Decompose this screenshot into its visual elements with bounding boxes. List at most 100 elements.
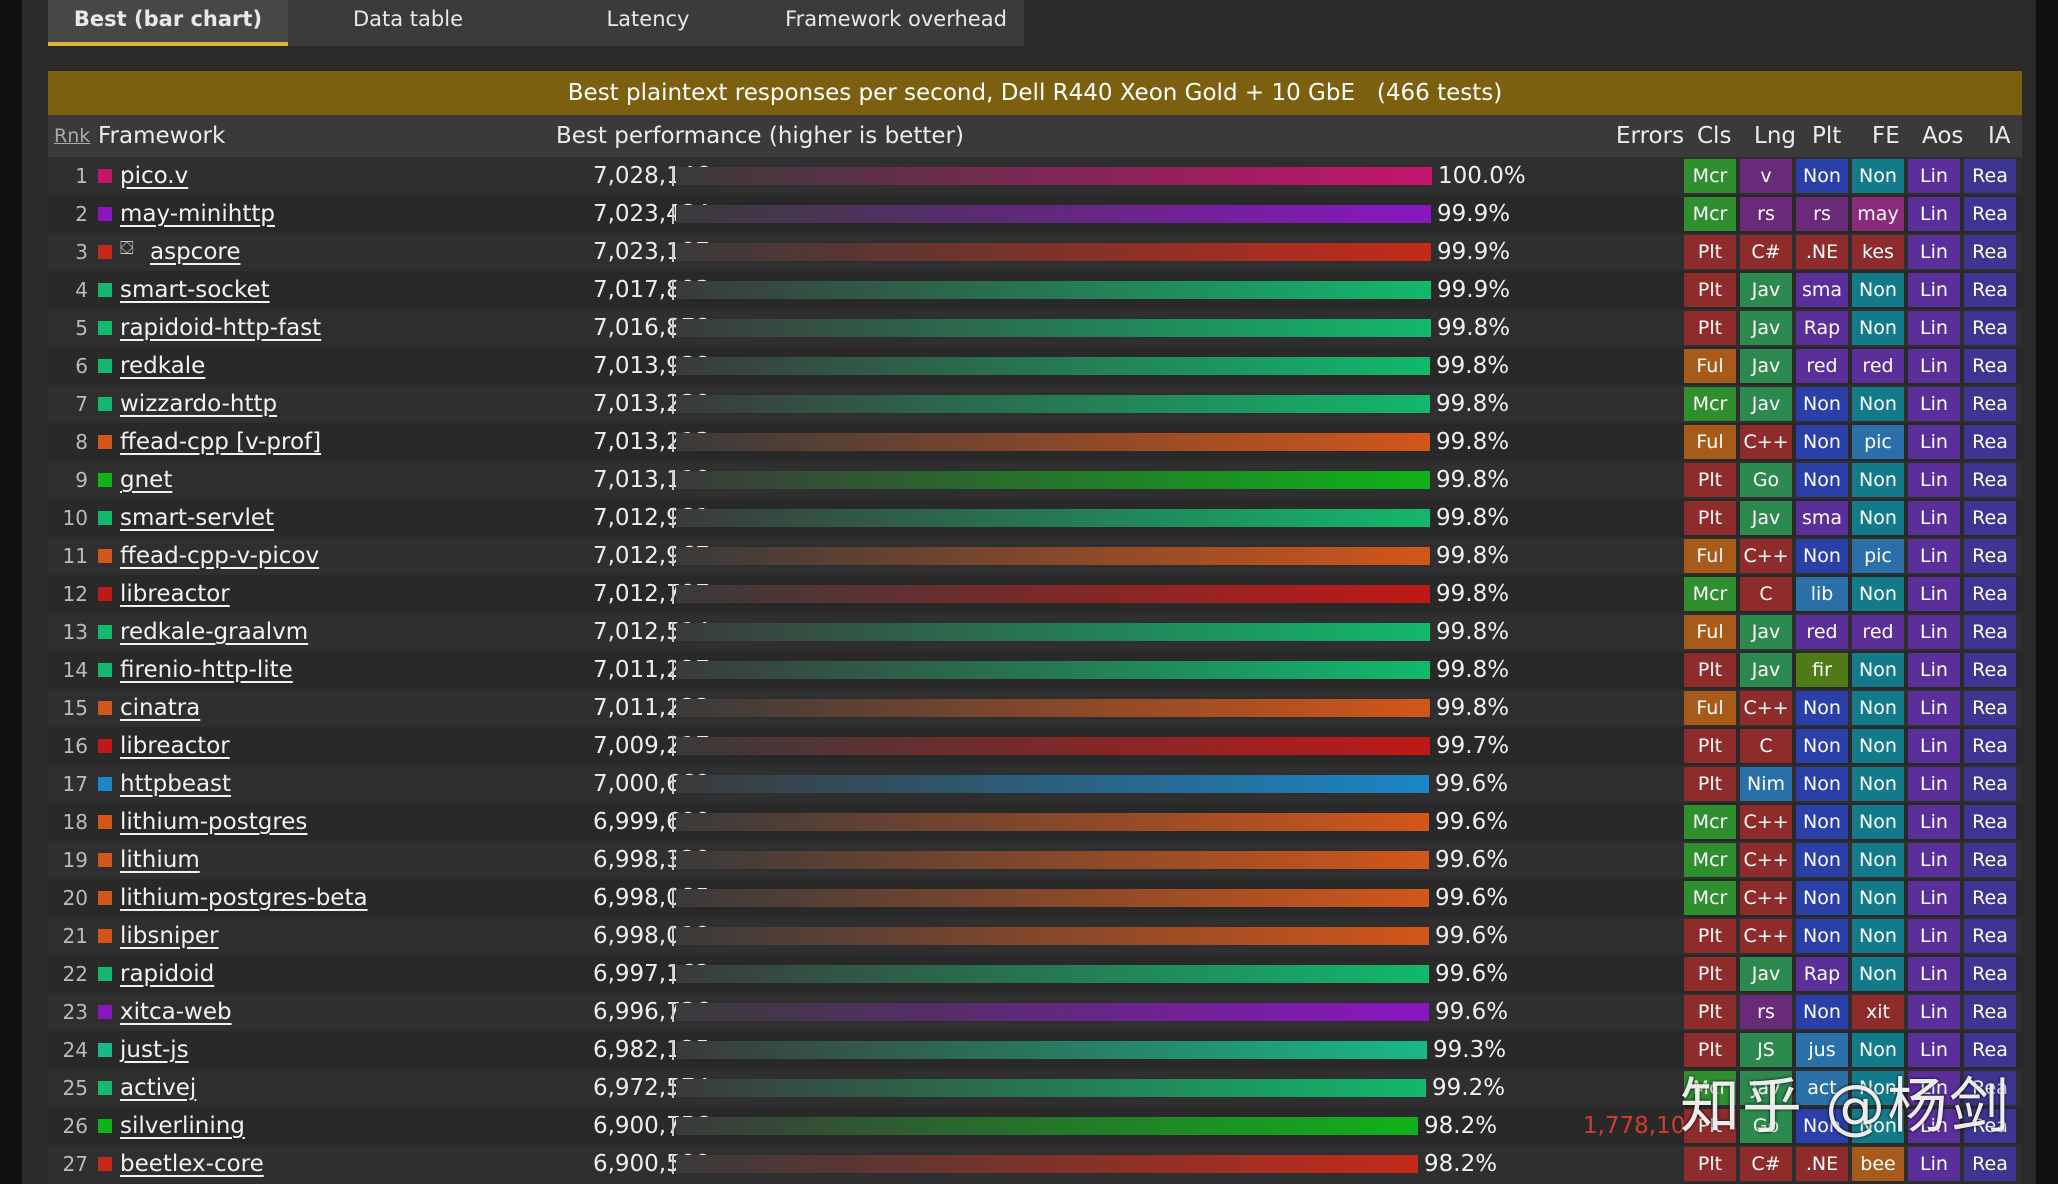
bar-start-tick	[672, 166, 674, 186]
framework-link[interactable]: libsniper	[120, 917, 219, 955]
percent-label: 99.8%	[1436, 467, 1510, 493]
framework-link[interactable]: ffead-cpp-v-picov	[120, 537, 319, 575]
lng-cell: C#	[1740, 1147, 1792, 1181]
framework-link[interactable]: lithium	[120, 841, 200, 879]
framework-link[interactable]: pico.v	[120, 157, 188, 195]
framework-link[interactable]: aspcore	[150, 233, 241, 271]
aos-column-header: Aos	[1922, 123, 1964, 149]
table-row: 23xitca-web6,996,73699.6%0PltrsNonxitLin…	[48, 993, 2022, 1031]
plt-cell: Rap	[1796, 957, 1848, 991]
percent-label: 99.6%	[1435, 809, 1509, 835]
framework-link[interactable]: wizzardo-http	[120, 385, 277, 423]
ia-cell: Rea	[1964, 957, 2016, 991]
rank-label: 7	[75, 392, 88, 416]
bar-start-tick	[672, 432, 674, 452]
lng-cell: Jav	[1740, 387, 1792, 421]
fe-cell: Non	[1852, 463, 1904, 497]
framework-link[interactable]: libreactor	[120, 575, 230, 613]
framework-link[interactable]: ffead-cpp [v-prof]	[120, 423, 321, 461]
framework-link[interactable]: just-js	[120, 1031, 189, 1069]
framework-link[interactable]: smart-socket	[120, 271, 270, 309]
framework-link[interactable]: httpbeast	[120, 765, 231, 803]
framework-link[interactable]: may-minihttp	[120, 195, 275, 233]
framework-link[interactable]: lithium-postgres-beta	[120, 879, 368, 917]
percent-label: 99.6%	[1435, 847, 1509, 873]
framework-link[interactable]: gnet	[120, 461, 172, 499]
bar-mark	[676, 927, 1429, 945]
aos-cell: Lin	[1908, 1147, 1960, 1181]
framework-link[interactable]: libreactor	[120, 727, 230, 765]
plt-cell: sma	[1796, 501, 1848, 535]
bar-start-tick	[672, 204, 674, 224]
framework-link[interactable]: redkale-graalvm	[120, 613, 308, 651]
fe-cell: red	[1852, 615, 1904, 649]
bar-mark	[676, 205, 1431, 223]
bar-start-tick	[672, 242, 674, 262]
cls-cell: Plt	[1684, 767, 1736, 801]
ia-column-header: IA	[1988, 123, 2011, 149]
plt-cell: Non	[1796, 881, 1848, 915]
percent-label: 99.6%	[1435, 923, 1509, 949]
table-row: 1pico.v7,028,146100.0%0McrvNonNonLinRea	[48, 157, 2022, 195]
percent-label: 99.3%	[1433, 1037, 1507, 1063]
table-row: 6redkale7,013,93899.8%0FulJavredredLinRe…	[48, 347, 2022, 385]
framework-link[interactable]: redkale	[120, 347, 205, 385]
bar-mark	[676, 851, 1429, 869]
framework-link[interactable]: cinatra	[120, 689, 200, 727]
language-color-swatch	[98, 359, 112, 373]
cls-cell: Plt	[1684, 653, 1736, 687]
framework-link[interactable]: xitca-web	[120, 993, 232, 1031]
fe-cell: Non	[1852, 311, 1904, 345]
fe-cell: kes	[1852, 235, 1904, 269]
language-color-swatch	[98, 435, 112, 449]
table-row: 12libreactor7,012,79799.8%0McrClibNonLin…	[48, 575, 2022, 613]
plt-cell: Non	[1796, 463, 1848, 497]
language-color-swatch	[98, 1157, 112, 1171]
cls-cell: Ful	[1684, 425, 1736, 459]
bar-start-tick	[672, 698, 674, 718]
fe-cell: Non	[1852, 767, 1904, 801]
table-row: 3⛋aspcore7,023,10799.9%0PltC#.NEkesLinRe…	[48, 233, 2022, 271]
framework-link[interactable]: beetlex-core	[120, 1145, 264, 1183]
tab-data-table[interactable]: Data table	[288, 0, 528, 46]
rank-label: 1	[75, 164, 88, 188]
plt-cell: .NE	[1796, 235, 1848, 269]
framework-link[interactable]: rapidoid	[120, 955, 214, 993]
rank-column-header[interactable]: Rnk	[54, 115, 90, 157]
language-color-swatch	[98, 891, 112, 905]
framework-column-header: Framework	[98, 123, 226, 149]
bar-mark	[676, 281, 1431, 299]
percent-label: 99.8%	[1436, 543, 1510, 569]
bar-start-tick	[672, 1002, 674, 1022]
percent-label: 99.6%	[1435, 961, 1509, 987]
cls-cell: Plt	[1684, 501, 1736, 535]
rank-label: 22	[62, 962, 88, 986]
cls-column-header: Cls	[1697, 123, 1732, 149]
plt-cell: Non	[1796, 767, 1848, 801]
tab-latency[interactable]: Latency	[528, 0, 768, 46]
rank-label: 19	[62, 848, 88, 872]
plt-cell: Non	[1796, 159, 1848, 193]
rank-label: 11	[62, 544, 88, 568]
cls-cell: Mcr	[1684, 159, 1736, 193]
tab-best-bar-chart[interactable]: Best (bar chart)	[48, 0, 288, 46]
framework-link[interactable]: smart-servlet	[120, 499, 274, 537]
lng-cell: Go	[1740, 463, 1792, 497]
framework-link[interactable]: lithium-postgres	[120, 803, 307, 841]
language-color-swatch	[98, 245, 112, 259]
cls-cell: Plt	[1684, 235, 1736, 269]
tab-framework-overhead[interactable]: Framework overhead	[768, 0, 1024, 46]
bar-start-tick	[672, 812, 674, 832]
aos-cell: Lin	[1908, 311, 1960, 345]
framework-link[interactable]: activej	[120, 1069, 196, 1107]
ia-cell: Rea	[1964, 311, 2016, 345]
plt-cell: red	[1796, 349, 1848, 383]
fe-cell: may	[1852, 197, 1904, 231]
aos-cell: Lin	[1908, 729, 1960, 763]
fe-cell: Non	[1852, 159, 1904, 193]
framework-link[interactable]: firenio-http-lite	[120, 651, 293, 689]
framework-link[interactable]: rapidoid-http-fast	[120, 309, 321, 347]
percent-label: 99.8%	[1436, 353, 1510, 379]
framework-link[interactable]: silverlining	[120, 1107, 245, 1145]
plt-cell: fir	[1796, 653, 1848, 687]
